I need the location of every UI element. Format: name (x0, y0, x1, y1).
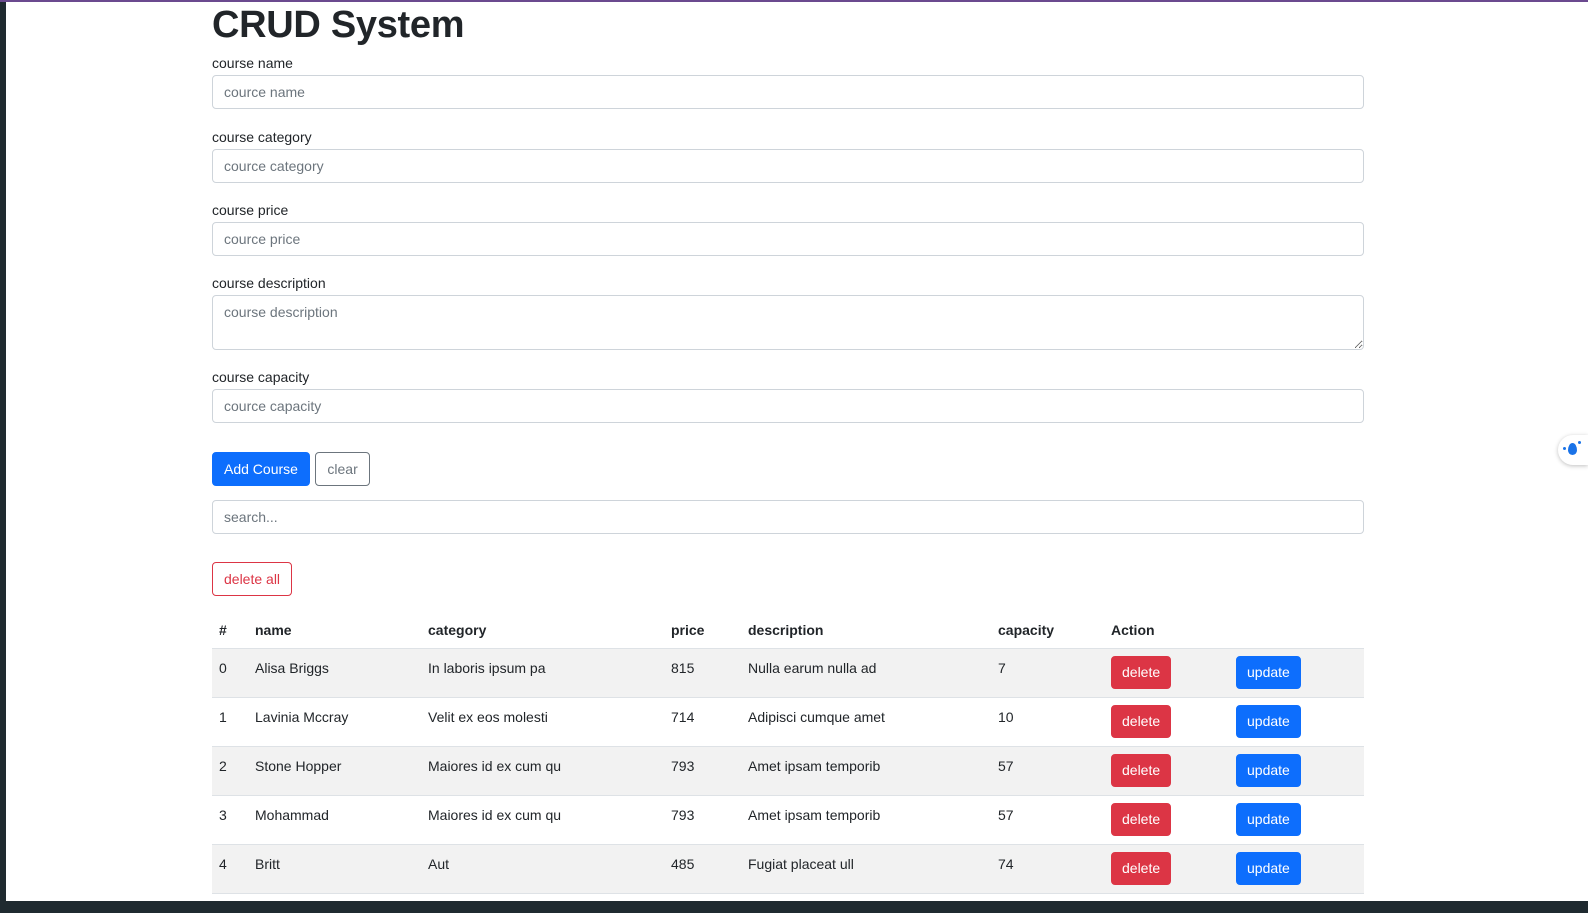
course-capacity-group: course capacity (212, 369, 1364, 423)
course-name-input[interactable] (212, 75, 1364, 109)
row-delete-button[interactable]: delete (1111, 705, 1172, 738)
drop-icon (1568, 443, 1577, 455)
course-capacity-label: course capacity (212, 369, 310, 385)
header-category: category (421, 612, 664, 649)
form-actions: Add Course clear (212, 452, 1364, 486)
cell-description: Amet ipsam temporib (748, 807, 881, 823)
table-row: 0 Alisa Briggs In laboris ipsum pa 815 N… (212, 648, 1364, 698)
course-price-group: course price (212, 202, 1364, 256)
cell-category: Maiores id ex cum qu (428, 807, 562, 823)
search-input[interactable] (212, 500, 1364, 534)
clear-button[interactable]: clear (315, 452, 370, 486)
cell-name: Lavinia Mccray (255, 709, 349, 725)
cell-name: Mohammad (255, 807, 329, 823)
header-empty (1229, 612, 1364, 649)
course-description-label: course description (212, 275, 326, 291)
cell-category: Maiores id ex cum qu (428, 758, 562, 774)
delete-all-wrapper: delete all (212, 562, 1364, 596)
course-category-group: course category (212, 129, 1364, 183)
cell-price: 714 (671, 709, 695, 725)
cell-name: Alisa Briggs (255, 660, 329, 676)
assistant-widget-button[interactable] (1558, 435, 1588, 465)
header-index: # (212, 612, 248, 649)
table-body: 0 Alisa Briggs In laboris ipsum pa 815 N… (212, 648, 1364, 894)
cell-index: 2 (219, 758, 227, 774)
sparkle-icon (1563, 447, 1566, 450)
cell-name: Stone Hopper (255, 758, 342, 774)
row-delete-button[interactable]: delete (1111, 803, 1172, 836)
cell-category: Aut (428, 856, 450, 872)
cell-price: 485 (671, 856, 695, 872)
header-description: description (741, 612, 991, 649)
cell-capacity: 74 (998, 856, 1014, 872)
search-group (212, 500, 1364, 534)
cell-price: 793 (671, 807, 695, 823)
sparkle-icon (1578, 441, 1581, 444)
course-category-label: course category (212, 129, 312, 145)
row-delete-button[interactable]: delete (1111, 656, 1172, 689)
delete-all-button[interactable]: delete all (212, 562, 293, 596)
cell-capacity: 57 (998, 758, 1014, 774)
page: CRUD System course name course category … (6, 2, 1588, 901)
row-update-button[interactable]: update (1236, 852, 1301, 885)
row-update-button[interactable]: update (1236, 705, 1301, 738)
cell-category: Velit ex eos molesti (428, 709, 548, 725)
table-header-row: # name category price description capaci… (212, 612, 1364, 649)
course-category-input[interactable] (212, 149, 1364, 183)
cell-capacity: 7 (998, 660, 1006, 676)
row-delete-button[interactable]: delete (1111, 754, 1172, 787)
course-price-label: course price (212, 202, 289, 218)
cell-capacity: 10 (998, 709, 1014, 725)
cell-category: In laboris ipsum pa (428, 660, 546, 676)
cell-price: 793 (671, 758, 695, 774)
cell-name: Britt (255, 856, 280, 872)
row-update-button[interactable]: update (1236, 754, 1301, 787)
row-delete-button[interactable]: delete (1111, 852, 1172, 885)
header-price: price (664, 612, 741, 649)
courses-table: # name category price description capaci… (212, 612, 1364, 894)
table-row: 2 Stone Hopper Maiores id ex cum qu 793 … (212, 746, 1364, 796)
header-name: name (248, 612, 421, 649)
cell-index: 4 (219, 856, 227, 872)
cell-index: 1 (219, 709, 227, 725)
course-description-group: course description (212, 275, 1364, 350)
header-capacity: capacity (991, 612, 1104, 649)
table-row: 1 Lavinia Mccray Velit ex eos molesti 71… (212, 697, 1364, 747)
cell-description: Fugiat placeat ull (748, 856, 854, 872)
cell-description: Adipisci cumque amet (748, 709, 885, 725)
row-update-button[interactable]: update (1236, 803, 1301, 836)
cell-index: 0 (219, 660, 227, 676)
course-name-group: course name (212, 55, 1364, 109)
header-action: Action (1104, 612, 1229, 649)
table-row: 4 Britt Aut 485 Fugiat placeat ull 74 de… (212, 844, 1364, 894)
table-row: 3 Mohammad Maiores id ex cum qu 793 Amet… (212, 795, 1364, 845)
cell-description: Amet ipsam temporib (748, 758, 881, 774)
cell-price: 815 (671, 660, 695, 676)
add-course-button[interactable]: Add Course (212, 452, 310, 486)
course-name-label: course name (212, 55, 293, 71)
cell-capacity: 57 (998, 807, 1014, 823)
row-update-button[interactable]: update (1236, 656, 1301, 689)
course-capacity-input[interactable] (212, 389, 1364, 423)
table-head: # name category price description capaci… (212, 612, 1364, 649)
course-price-input[interactable] (212, 222, 1364, 256)
page-title: CRUD System (212, 4, 465, 46)
cell-index: 3 (219, 807, 227, 823)
main-container: CRUD System course name course category … (212, 2, 1364, 894)
course-description-textarea[interactable] (212, 295, 1364, 350)
cell-description: Nulla earum nulla ad (748, 660, 877, 676)
